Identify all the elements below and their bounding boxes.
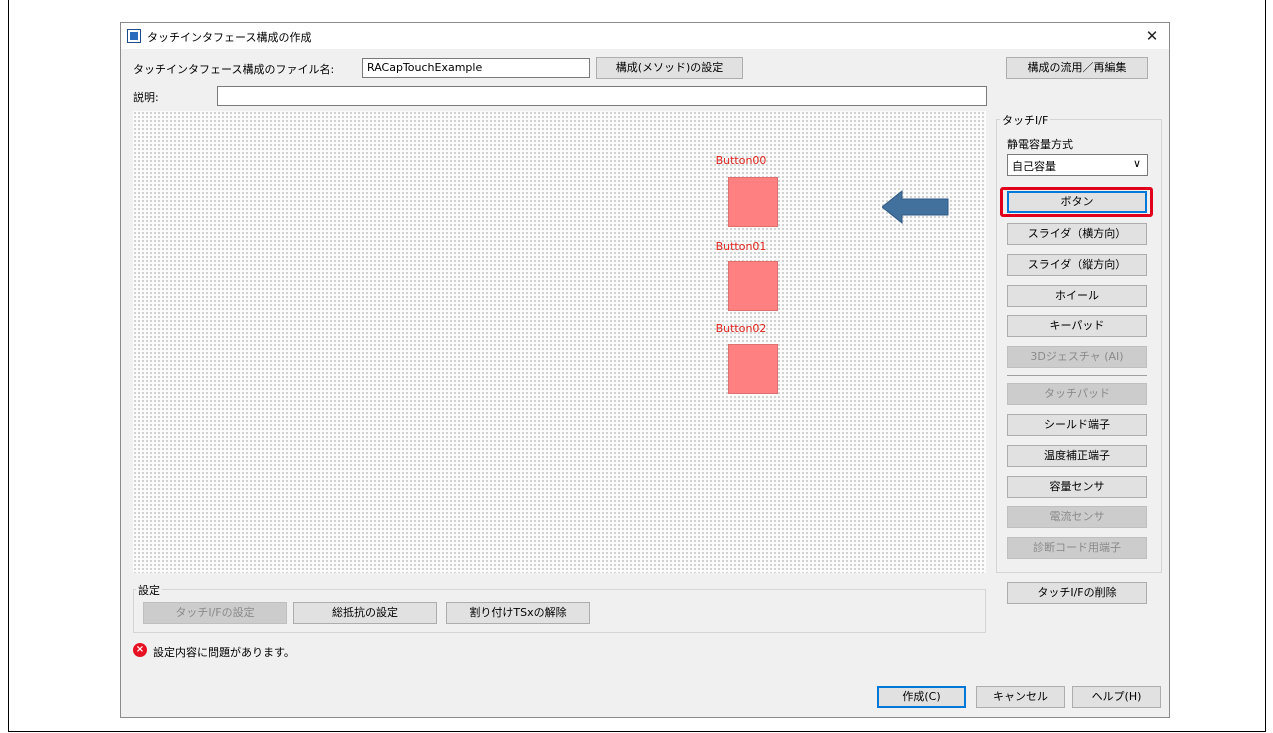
button01-element[interactable] bbox=[728, 261, 778, 311]
button00-label: Button00 bbox=[715, 154, 767, 167]
button02-element[interactable] bbox=[728, 344, 778, 394]
window-title: タッチインタフェース構成の作成 bbox=[147, 31, 312, 44]
cancel-button[interactable]: キャンセル bbox=[976, 686, 1065, 708]
highlight-box bbox=[1000, 187, 1153, 217]
button01-label: Button01 bbox=[715, 240, 767, 253]
chevron-down-icon: ∨ bbox=[1132, 157, 1141, 170]
add-shield-pin-button[interactable]: シールド端子 bbox=[1007, 414, 1147, 436]
add-slider-horizontal-button[interactable]: スライダ（横方向） bbox=[1007, 223, 1147, 245]
delete-touch-if-button[interactable]: タッチI/Fの削除 bbox=[1007, 582, 1147, 604]
add-diagnostic-pin-button[interactable]: 診断コード用端子 bbox=[1007, 537, 1147, 559]
add-3d-gesture-button[interactable]: 3Dジェスチャ (AI) bbox=[1007, 346, 1147, 368]
close-button[interactable]: ✕ bbox=[1141, 26, 1163, 46]
settings-group-title: 設定 bbox=[136, 582, 162, 598]
filename-label: タッチインタフェース構成のファイル名: bbox=[133, 63, 335, 76]
reuse-edit-button[interactable]: 構成の流用／再編集 bbox=[1006, 57, 1148, 79]
create-button[interactable]: 作成(C) bbox=[877, 686, 966, 708]
add-touchpad-button[interactable]: タッチパッド bbox=[1007, 383, 1147, 405]
dialog-window: タッチインタフェース構成の作成 ✕ タッチインタフェース構成のファイル名: RA… bbox=[120, 22, 1170, 718]
description-label: 説明: bbox=[133, 91, 159, 104]
button00-element[interactable] bbox=[728, 177, 778, 227]
status-message: 設定内容に問題があります。 bbox=[153, 646, 295, 659]
design-canvas[interactable]: Button00 Button01 Button02 bbox=[133, 111, 986, 573]
capacitance-method-value: 自己容量 bbox=[1012, 160, 1056, 173]
capacitance-method-label: 静電容量方式 bbox=[1007, 138, 1073, 151]
add-current-sensor-button[interactable]: 電流センサ bbox=[1007, 506, 1147, 528]
add-temp-compensation-pin-button[interactable]: 温度補正端子 bbox=[1007, 445, 1147, 467]
touch-if-settings-button[interactable]: タッチI/Fの設定 bbox=[143, 602, 287, 624]
error-icon: × bbox=[133, 643, 147, 657]
add-keypad-button[interactable]: キーパッド bbox=[1007, 315, 1147, 337]
touch-if-group-title: タッチI/F bbox=[1000, 112, 1051, 128]
add-wheel-button[interactable]: ホイール bbox=[1007, 285, 1147, 307]
separator bbox=[1007, 375, 1147, 376]
capacitance-method-select[interactable]: 自己容量 ∨ bbox=[1007, 154, 1148, 176]
method-settings-button[interactable]: 構成(メソッド)の設定 bbox=[596, 57, 743, 79]
description-input[interactable] bbox=[217, 86, 987, 106]
app-icon bbox=[127, 29, 141, 43]
add-capacitance-sensor-button[interactable]: 容量センサ bbox=[1007, 476, 1147, 498]
release-tsx-button[interactable]: 割り付けTSxの解除 bbox=[446, 602, 590, 624]
filename-input[interactable]: RACapTouchExample bbox=[362, 58, 590, 78]
add-slider-vertical-button[interactable]: スライダ（縦方向） bbox=[1007, 254, 1147, 276]
help-button[interactable]: ヘルプ(H) bbox=[1072, 686, 1161, 708]
button02-label: Button02 bbox=[715, 322, 767, 335]
resistor-settings-button[interactable]: 総抵抗の設定 bbox=[293, 602, 437, 624]
left-arrow-icon bbox=[882, 189, 949, 225]
title-bar: タッチインタフェース構成の作成 ✕ bbox=[121, 23, 1169, 49]
